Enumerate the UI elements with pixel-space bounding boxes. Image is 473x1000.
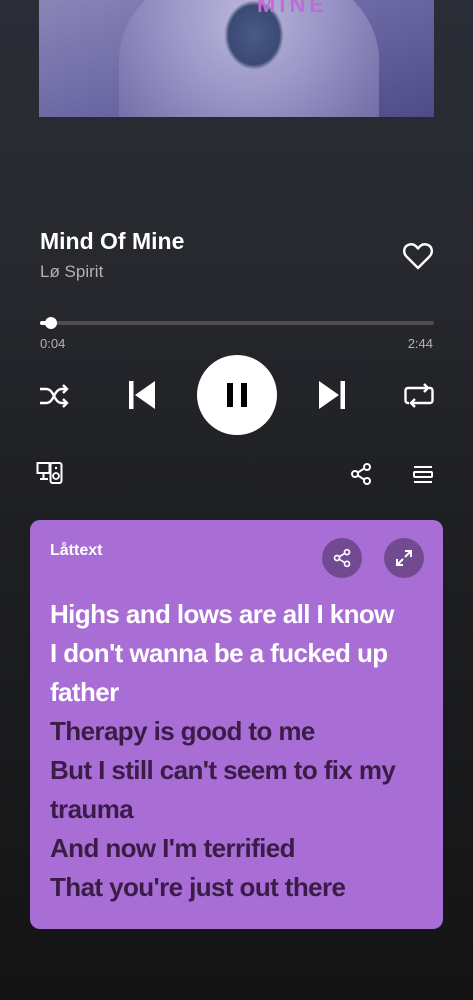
like-button[interactable]: [402, 240, 434, 272]
lyric-line[interactable]: But I still can't seem to fix my: [50, 751, 430, 790]
skip-previous-icon: [129, 381, 155, 409]
queue-button[interactable]: [410, 461, 436, 487]
time-elapsed: 0:04: [40, 336, 66, 351]
skip-next-icon: [319, 381, 345, 409]
lyric-line[interactable]: That you're just out there: [50, 868, 430, 907]
previous-button[interactable]: [126, 377, 158, 413]
time-total: 2:44: [407, 336, 433, 351]
lyric-line[interactable]: trauma: [50, 790, 430, 829]
share-button[interactable]: [348, 461, 374, 487]
lyric-line[interactable]: father: [50, 673, 430, 712]
lyrics-expand-button[interactable]: [384, 538, 424, 578]
heart-outline-icon: [403, 243, 433, 270]
progress-bar[interactable]: [40, 317, 434, 329]
pause-button[interactable]: [197, 355, 277, 435]
shuffle-icon: [40, 384, 69, 408]
connect-device-button[interactable]: [35, 458, 65, 488]
queue-icon: [413, 466, 433, 483]
share-icon: [333, 548, 351, 568]
lyrics-lines: Highs and lows are all I know I don't wa…: [50, 595, 430, 907]
progress-knob[interactable]: [45, 317, 58, 329]
lyrics-card[interactable]: Låttext Highs and lows are all I know I …: [30, 520, 443, 929]
share-icon: [351, 463, 371, 485]
lyrics-share-button[interactable]: [322, 538, 362, 578]
repeat-button[interactable]: [403, 380, 435, 412]
next-button[interactable]: [316, 377, 348, 413]
album-artwork-text: MINE: [257, 0, 328, 17]
album-artwork: MINE: [39, 0, 434, 117]
repeat-icon: [404, 383, 434, 408]
lyric-line[interactable]: I don't wanna be a fucked up: [50, 634, 430, 673]
expand-icon: [396, 550, 412, 566]
track-artist[interactable]: Lø Spirit: [40, 262, 103, 282]
lyric-line[interactable]: Highs and lows are all I know: [50, 595, 430, 634]
lyric-line[interactable]: And now I'm terrified: [50, 829, 430, 868]
lyric-line[interactable]: Therapy is good to me: [50, 712, 430, 751]
track-title: Mind Of Mine: [40, 228, 185, 254]
connect-device-icon: [36, 462, 63, 484]
shuffle-button[interactable]: [38, 380, 70, 412]
pause-icon: [227, 383, 247, 407]
lyrics-label: Låttext: [50, 542, 103, 559]
